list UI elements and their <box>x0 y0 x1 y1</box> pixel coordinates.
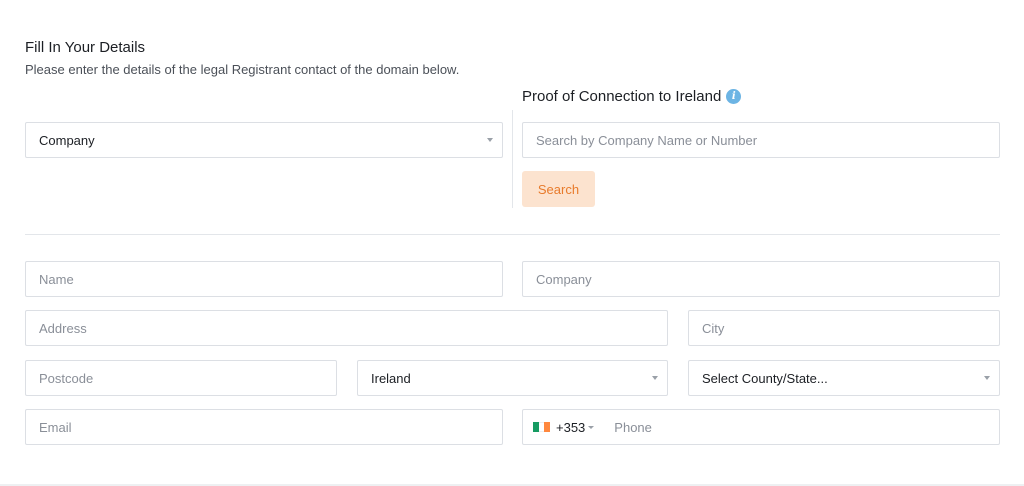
chevron-down-icon <box>652 376 658 380</box>
country-select[interactable]: Ireland <box>357 360 668 396</box>
address-placeholder: Address <box>39 320 87 336</box>
country-value: Ireland <box>371 370 411 386</box>
registrant-type-value: Company <box>39 132 95 148</box>
proof-heading-label: Proof of Connection to Ireland <box>522 88 722 105</box>
phone-input[interactable]: +353 Phone <box>522 409 1000 445</box>
postcode-input[interactable]: Postcode <box>25 360 337 396</box>
company-placeholder: Company <box>536 271 592 287</box>
name-input[interactable]: Name <box>25 261 503 297</box>
dial-code: +353 <box>556 419 586 435</box>
postcode-placeholder: Postcode <box>39 370 94 386</box>
page-title: Fill In Your Details <box>25 39 146 56</box>
name-placeholder: Name <box>39 271 74 287</box>
county-value: Select County/State... <box>702 370 828 386</box>
info-icon[interactable]: i <box>726 89 742 104</box>
address-input[interactable]: Address <box>25 310 668 346</box>
chevron-down-icon <box>588 425 595 429</box>
registrant-type-select[interactable]: Company <box>25 122 503 158</box>
search-button[interactable]: Search <box>522 171 595 207</box>
company-search-placeholder: Search by Company Name or Number <box>536 132 758 148</box>
phone-placeholder: Phone <box>614 419 652 435</box>
city-placeholder: City <box>702 320 725 336</box>
county-select[interactable]: Select County/State... <box>688 360 1000 396</box>
company-search-input[interactable]: Search by Company Name or Number <box>522 122 1000 158</box>
page-subtitle: Please enter the details of the legal Re… <box>25 62 460 77</box>
ireland-flag-icon <box>533 422 551 432</box>
section-divider <box>25 234 1000 235</box>
company-input[interactable]: Company <box>522 261 1000 297</box>
email-input[interactable]: Email <box>25 409 503 445</box>
vertical-divider <box>512 110 513 208</box>
city-input[interactable]: City <box>688 310 1000 346</box>
proof-heading: Proof of Connection to Ireland i <box>522 88 742 105</box>
chevron-down-icon <box>984 376 990 380</box>
chevron-down-icon <box>487 138 493 142</box>
country-code-dropdown[interactable]: +353 <box>533 419 595 435</box>
email-placeholder: Email <box>39 419 72 435</box>
